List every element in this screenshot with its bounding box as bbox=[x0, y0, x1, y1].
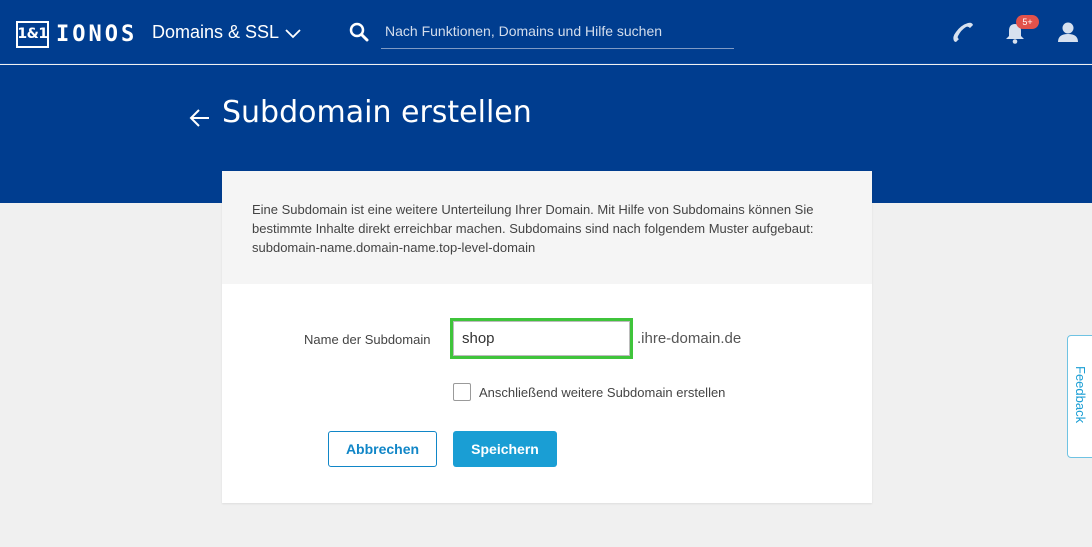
notification-badge: 5+ bbox=[1016, 15, 1039, 29]
domain-suffix: .ihre-domain.de bbox=[637, 330, 742, 347]
chevron-down-icon bbox=[285, 28, 301, 38]
cancel-button[interactable]: Abbrechen bbox=[328, 431, 437, 467]
subdomain-name-input[interactable] bbox=[453, 321, 630, 356]
subdomain-name-label: Name der Subdomain bbox=[304, 332, 431, 347]
user-icon[interactable] bbox=[1057, 21, 1079, 43]
search-input[interactable] bbox=[381, 14, 734, 49]
top-navigation-bar: 1&1 IONOS Domains & SSL 5+ bbox=[0, 0, 1092, 64]
logo-text: IONOS bbox=[56, 21, 138, 47]
create-another-checkbox[interactable] bbox=[453, 383, 471, 401]
save-button[interactable]: Speichern bbox=[453, 431, 557, 467]
create-another-label[interactable]: Anschließend weitere Subdomain erstellen bbox=[479, 385, 725, 400]
page-title: Subdomain erstellen bbox=[222, 95, 532, 130]
section-menu-label: Domains & SSL bbox=[152, 22, 280, 42]
feedback-label: Feedback bbox=[1073, 366, 1088, 424]
info-panel: Eine Subdomain ist eine weitere Untertei… bbox=[222, 171, 872, 284]
subdomain-name-highlight bbox=[450, 318, 633, 359]
search-icon[interactable] bbox=[349, 22, 369, 42]
section-menu-dropdown[interactable]: Domains & SSL bbox=[152, 22, 302, 43]
phone-icon[interactable] bbox=[950, 20, 976, 44]
back-arrow-icon[interactable] bbox=[189, 108, 211, 128]
feedback-tab[interactable]: Feedback bbox=[1067, 335, 1092, 458]
subdomain-form-card: Eine Subdomain ist eine weitere Untertei… bbox=[222, 171, 872, 503]
logo-box: 1&1 bbox=[16, 20, 49, 48]
info-text: Eine Subdomain ist eine weitere Untertei… bbox=[252, 202, 814, 255]
ionos-logo[interactable]: 1&1 IONOS bbox=[16, 20, 137, 48]
